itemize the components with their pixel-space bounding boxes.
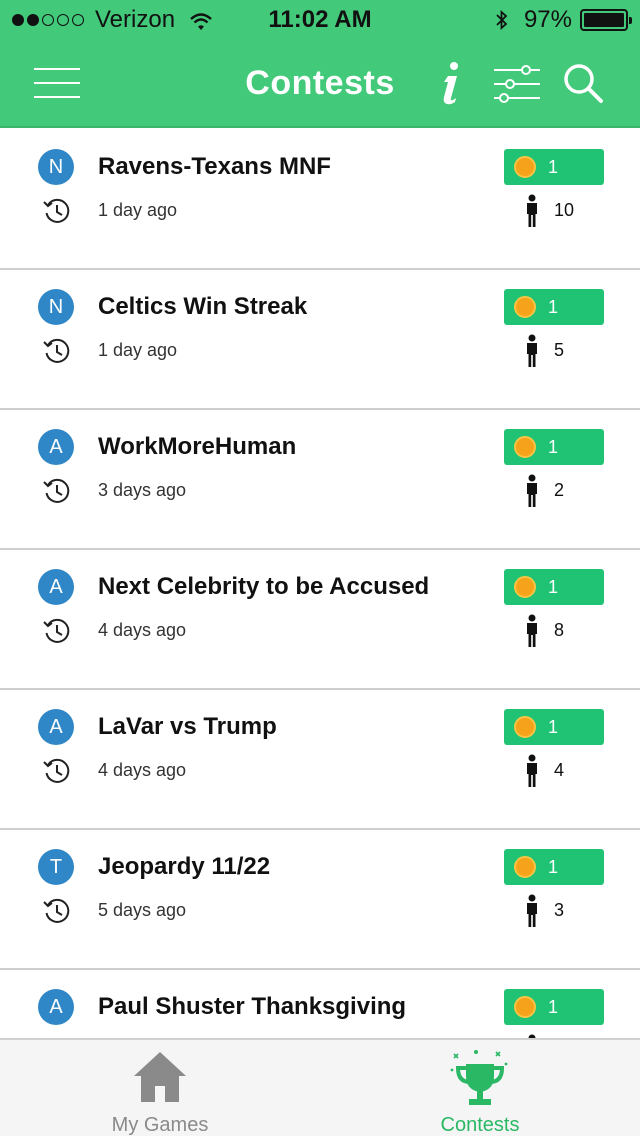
person-icon	[527, 614, 537, 647]
filter-sliders-icon[interactable]	[492, 64, 542, 104]
contest-row[interactable]: A Paul Shuster Thanksgiving 1	[0, 970, 640, 1038]
contest-title: Jeopardy 11/22	[98, 853, 271, 880]
app-header: Verizon 11:02 AM 97% Contests	[0, 0, 640, 128]
coin-icon	[514, 996, 536, 1018]
player-count: 4	[554, 760, 565, 780]
coin-icon	[514, 856, 536, 878]
person-icon	[527, 334, 537, 367]
entry-badge: 1	[504, 149, 604, 185]
contest-list: N Ravens-Texans MNF 1 day ago 1 10 N Cel…	[0, 130, 640, 1038]
page-title: Contests	[245, 64, 395, 102]
history-clock-icon	[43, 478, 70, 503]
time-ago: 4 days ago	[98, 620, 187, 640]
time-ago: 4 days ago	[98, 760, 187, 780]
history-clock-icon	[43, 198, 70, 223]
contest-title: WorkMoreHuman	[98, 433, 297, 460]
badge-value: 1	[548, 717, 559, 737]
contest-title: Paul Shuster Thanksgiving	[98, 993, 407, 1020]
badge-value: 1	[548, 997, 559, 1017]
contest-row[interactable]: N Celtics Win Streak 1 day ago 1 5	[0, 270, 640, 410]
contest-row[interactable]: N Ravens-Texans MNF 1 day ago 1 10	[0, 130, 640, 270]
info-icon[interactable]	[436, 60, 466, 106]
contest-row[interactable]: A LaVar vs Trump 4 days ago 1 4	[0, 690, 640, 830]
player-count: 5	[554, 340, 565, 360]
tab-label: Contests	[440, 1114, 520, 1136]
time-ago: 1 day ago	[98, 340, 178, 360]
entry-badge: 1	[504, 429, 604, 465]
avatar: A	[38, 429, 74, 465]
badge-value: 1	[548, 437, 559, 457]
entry-badge: 1	[504, 849, 604, 885]
badge-value: 1	[548, 297, 559, 317]
entry-badge: 1	[504, 289, 604, 325]
coin-icon	[514, 436, 536, 458]
entry-badge: 1	[504, 569, 604, 605]
avatar: A	[38, 989, 74, 1025]
person-icon	[527, 194, 537, 227]
person-icon	[527, 894, 537, 927]
nav-bar: Contests	[0, 40, 640, 128]
tab-label: My Games	[111, 1114, 209, 1136]
avatar: A	[38, 709, 74, 745]
status-bar: Verizon 11:02 AM 97%	[0, 0, 640, 40]
coin-icon	[514, 576, 536, 598]
player-count: 8	[554, 620, 565, 640]
person-icon	[527, 754, 537, 787]
battery-icon	[580, 9, 632, 31]
tab-bar: My Games Contests	[0, 1038, 640, 1136]
contest-row[interactable]: A Next Celebrity to be Accused 4 days ag…	[0, 550, 640, 690]
bluetooth-icon	[496, 9, 508, 31]
search-icon[interactable]	[562, 62, 604, 104]
trophy-icon	[450, 1050, 508, 1105]
badge-value: 1	[548, 857, 559, 877]
avatar: T	[38, 849, 74, 885]
history-clock-icon	[43, 898, 70, 923]
history-clock-icon	[43, 758, 70, 783]
player-count: 2	[554, 480, 565, 500]
status-right: 97%	[494, 6, 632, 34]
avatar: N	[38, 289, 74, 325]
player-count: 3	[554, 900, 565, 920]
history-clock-icon	[43, 338, 70, 363]
avatar: N	[38, 149, 74, 185]
contest-title: Ravens-Texans MNF	[98, 153, 331, 180]
badge-value: 1	[548, 577, 559, 597]
coin-icon	[514, 716, 536, 738]
contest-title: Next Celebrity to be Accused	[98, 573, 430, 600]
person-icon	[527, 474, 537, 507]
time-ago: 1 day ago	[98, 200, 178, 220]
coin-icon	[514, 156, 536, 178]
time-ago: 3 days ago	[98, 480, 187, 500]
avatar: A	[38, 569, 74, 605]
history-clock-icon	[43, 618, 70, 643]
entry-badge: 1	[504, 709, 604, 745]
tab-my-games[interactable]: My Games	[0, 1040, 320, 1136]
contest-row[interactable]: T Jeopardy 11/22 5 days ago 1 3	[0, 830, 640, 970]
tab-contests[interactable]: Contests	[320, 1040, 640, 1136]
battery-percent: 97%	[523, 6, 572, 33]
entry-badge: 1	[504, 989, 604, 1025]
player-count: 10	[554, 200, 575, 220]
badge-value: 1	[548, 157, 559, 177]
home-icon	[134, 1052, 186, 1102]
contest-row[interactable]: A WorkMoreHuman 3 days ago 1 2	[0, 410, 640, 550]
coin-icon	[514, 296, 536, 318]
time-ago: 5 days ago	[98, 900, 187, 920]
contest-title: Celtics Win Streak	[98, 293, 308, 320]
contest-title: LaVar vs Trump	[98, 713, 277, 740]
